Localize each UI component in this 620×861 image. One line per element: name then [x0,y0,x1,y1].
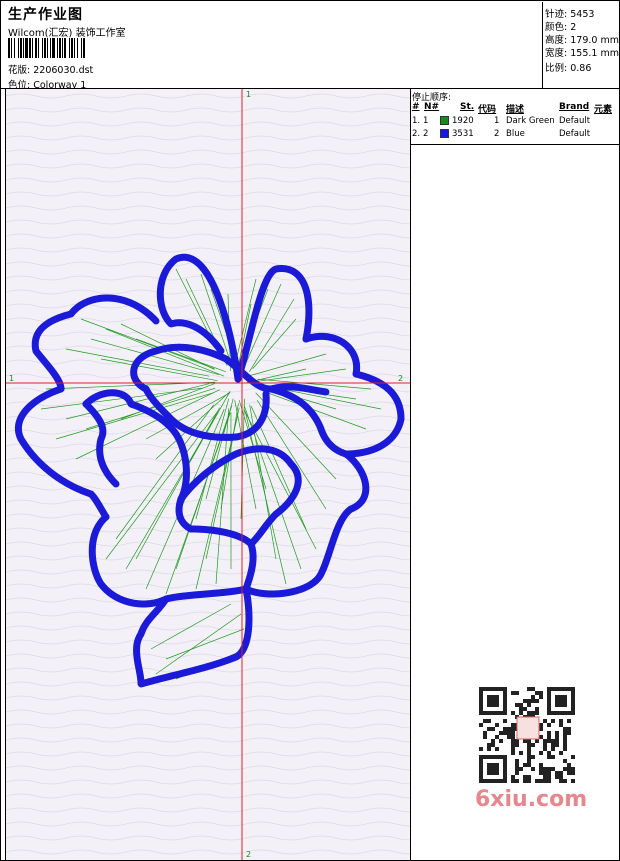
guide-label-left: 1 [9,374,14,383]
watermark-text: 6xiu.com [475,787,588,812]
col-desc: 描述 [506,105,525,115]
guide-label-right: 2 [398,374,403,383]
col-stitches: St. [460,102,475,112]
production-worksheet: 生产作业图 Wilcom(汇宏) 装饰工作室 花版: 2206030.dst 色… [0,0,620,861]
guide-label-top: 1 [246,90,251,99]
design-file-field: 花版: 2206030.dst [8,62,93,76]
stat-stitches: 针迹: 5453 [545,9,595,20]
page-title: 生产作业图 [8,7,83,23]
design-file-value: 2206030.dst [33,65,94,76]
design-file-label: 花版: [8,65,31,76]
color-swatch [440,129,449,138]
header-info: 生产作业图 Wilcom(汇宏) 装饰工作室 花版: 2206030.dst 色… [2,2,542,91]
col-code: 代码 [478,105,497,115]
col-brand: Brand [559,102,590,112]
stat-width: 宽度: 155.1 mm [545,48,619,59]
table-row: 1. 1 1920 1 Dark Green Default [412,116,591,126]
barcode-image [8,38,85,58]
col-hash: # [412,102,420,112]
embroidery-drawing: 1 2 1 2 [6,89,410,860]
stats-panel: 针迹: 5453 颜色: 2 高度: 179.0 mm 宽度: 155.1 mm… [542,2,620,88]
guide-label-bottom: 2 [246,850,251,859]
color-swatch [440,116,449,125]
col-n: N# [424,102,440,112]
seal-stamp-icon [516,716,540,740]
table-row: 2. 2 3531 2 Blue Default [412,129,591,139]
company-name: Wilcom(汇宏) 装饰工作室 [8,28,126,39]
stop-sequence-panel: 停止顺序: # N# St. 代码 描述 Brand 元素 1. 1 1920 … [410,89,620,145]
col-element: 元素 [594,105,613,115]
stat-scale: 比例: 0.86 [545,63,592,74]
embroidery-design-area: 1 2 1 2 [5,89,411,861]
stat-height: 高度: 179.0 mm [545,35,619,46]
stat-colors: 颜色: 2 [545,22,577,33]
qr-code-image [471,681,583,783]
